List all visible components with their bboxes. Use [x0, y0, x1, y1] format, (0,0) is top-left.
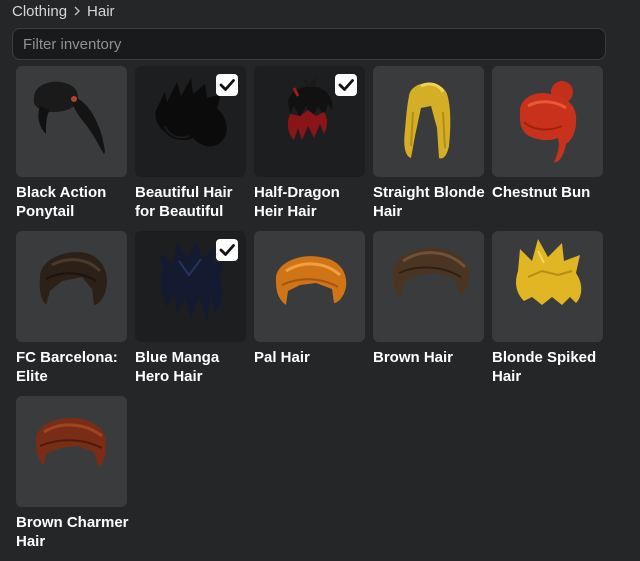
item-thumbnail [373, 231, 484, 342]
item-thumbnail [254, 66, 365, 177]
item-thumbnail [135, 66, 246, 177]
inventory-item[interactable]: Blue Manga Hero Hair [135, 231, 246, 396]
item-name: Black Action Ponytail [16, 184, 107, 220]
item-name: Chestnut Bun [492, 184, 591, 201]
inventory-item[interactable]: Half-Dragon Heir Hair [254, 66, 365, 231]
inventory-item[interactable]: Beautiful Hair for Beautiful [135, 66, 246, 231]
dark-brown-hair-icon [39, 252, 108, 305]
orange-hair-icon [275, 256, 347, 305]
inventory-grid: Black Action Ponytail Beautiful Hair for… [16, 66, 603, 561]
item-name: Straight Blonde Hair [373, 184, 485, 220]
item-name: Brown Hair [373, 349, 454, 366]
item-thumbnail [16, 231, 127, 342]
filter-inventory-input[interactable] [12, 28, 606, 60]
inventory-item[interactable]: Black Action Ponytail [16, 66, 127, 231]
item-thumbnail [16, 66, 127, 177]
item-thumbnail [254, 231, 365, 342]
inventory-item[interactable]: Chestnut Bun [492, 66, 603, 231]
breadcrumb-clothing[interactable]: Clothing [12, 3, 67, 20]
brown-hair-icon [392, 247, 470, 297]
item-thumbnail [492, 66, 603, 177]
item-thumbnail [373, 66, 484, 177]
long-blonde-hair-icon [404, 82, 451, 159]
item-name: Beautiful Hair for Beautiful [135, 184, 233, 220]
equipped-check-icon [216, 239, 238, 261]
item-name: Half-Dragon Heir Hair [254, 184, 340, 220]
blonde-spiked-hair-icon [516, 239, 582, 305]
inventory-item[interactable]: Blonde Spiked Hair [492, 231, 603, 396]
item-thumbnail [135, 231, 246, 342]
item-name: Pal Hair [254, 349, 310, 366]
inventory-item[interactable]: Brown Charmer Hair [16, 396, 129, 561]
item-name: Blonde Spiked Hair [492, 349, 597, 385]
inventory-item[interactable]: FC Barcelona: Elite [16, 231, 127, 396]
inventory-item[interactable]: Pal Hair [254, 231, 365, 396]
item-name: FC Barcelona: Elite [16, 349, 118, 385]
red-bun-hair-icon [519, 81, 577, 163]
equipped-check-icon [335, 74, 357, 96]
breadcrumb-hair: Hair [87, 2, 115, 20]
chevron-right-icon [74, 6, 81, 16]
breadcrumb: Clothing Hair [12, 2, 115, 20]
ponytail-hair-icon [33, 81, 105, 154]
auburn-hair-icon [35, 417, 107, 466]
item-name: Brown Charmer Hair [16, 514, 129, 550]
inventory-item[interactable]: Straight Blonde Hair [373, 66, 485, 231]
equipped-check-icon [216, 74, 238, 96]
item-name: Blue Manga Hero Hair [135, 349, 220, 385]
item-thumbnail [492, 231, 603, 342]
item-thumbnail [16, 396, 127, 507]
inventory-item[interactable]: Brown Hair [373, 231, 484, 396]
